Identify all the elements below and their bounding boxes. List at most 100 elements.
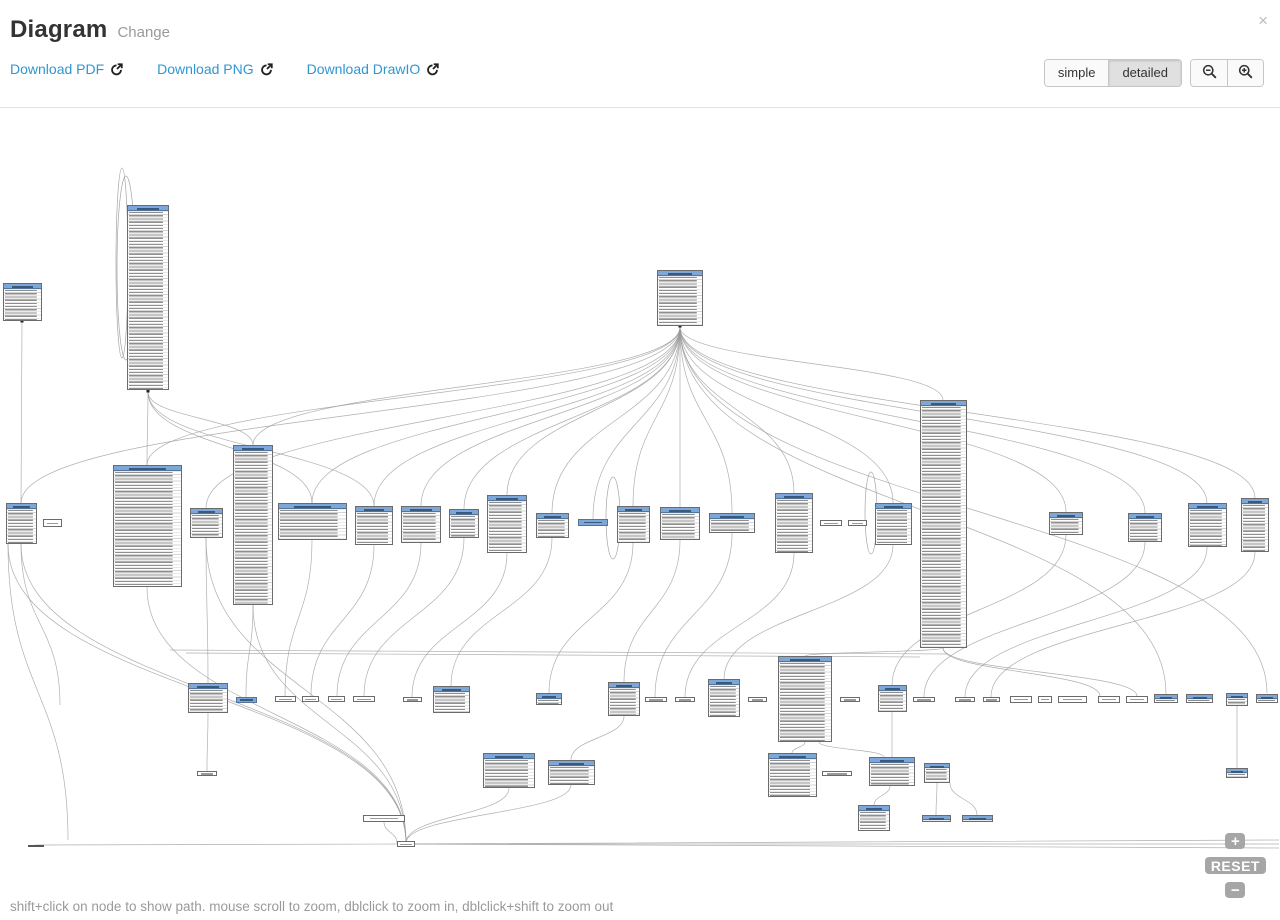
detailed-view-button[interactable]: detailed — [1108, 60, 1181, 86]
diagram-node[interactable] — [1128, 513, 1162, 542]
node-header — [710, 514, 754, 519]
node-header — [549, 761, 594, 766]
diagram-node[interactable] — [660, 507, 700, 540]
diagram-node[interactable] — [449, 509, 479, 538]
node-header — [128, 206, 168, 211]
node-rows — [1227, 698, 1247, 705]
diagram-node[interactable] — [1226, 693, 1248, 706]
diagram-node[interactable] — [353, 696, 375, 702]
node-header — [1187, 695, 1212, 699]
diagram-node[interactable] — [922, 815, 951, 822]
diagram-node[interactable] — [233, 445, 273, 605]
node-rows — [870, 763, 914, 785]
zoom-in-button[interactable] — [1227, 60, 1263, 86]
diagram-node[interactable] — [913, 697, 935, 702]
node-rows — [879, 691, 906, 711]
change-link[interactable]: Change — [117, 24, 170, 41]
diagram-node[interactable] — [875, 503, 912, 545]
diagram-node[interactable] — [188, 683, 228, 713]
diagram-node[interactable] — [363, 815, 405, 822]
diagram-node[interactable] — [878, 685, 907, 712]
diagram-node[interactable] — [190, 508, 223, 538]
diagram-node[interactable] — [1154, 694, 1178, 703]
overlay-reset-button[interactable]: RESET — [1205, 857, 1266, 874]
diagram-node[interactable] — [6, 503, 37, 544]
diagram-node[interactable] — [645, 697, 667, 702]
diagram-node[interactable] — [3, 283, 42, 321]
diagram-node[interactable] — [983, 697, 1000, 702]
diagram-node[interactable] — [1010, 696, 1032, 703]
diagram-node[interactable] — [924, 763, 950, 783]
diagram-node[interactable] — [708, 679, 740, 717]
diagram-node[interactable] — [1058, 696, 1087, 703]
node-header — [537, 514, 568, 519]
diagram-node[interactable] — [955, 697, 975, 702]
diagram-node[interactable] — [1241, 498, 1269, 552]
diagram-node[interactable] — [28, 845, 44, 847]
diagram-node[interactable] — [1186, 694, 1213, 703]
diagram-node[interactable] — [536, 693, 562, 705]
overlay-zoom-out-button[interactable]: − — [1225, 882, 1245, 898]
diagram-node[interactable] — [548, 760, 595, 785]
node-header — [537, 694, 561, 699]
diagram-node[interactable] — [536, 513, 569, 538]
diagram-node[interactable] — [608, 682, 640, 716]
diagram-node[interactable] — [869, 757, 915, 786]
diagram-node[interactable] — [778, 656, 832, 742]
diagram-node[interactable] — [675, 697, 695, 702]
diagram-node[interactable] — [858, 805, 890, 831]
diagram-node[interactable] — [127, 205, 169, 390]
diagram-node[interactable] — [709, 513, 755, 533]
diagram-node[interactable] — [768, 753, 817, 797]
diagram-node[interactable] — [236, 697, 257, 703]
diagram-node[interactable] — [840, 697, 860, 702]
diagram-node[interactable] — [113, 465, 182, 587]
diagram-node[interactable] — [617, 506, 650, 543]
diagram-node[interactable] — [920, 400, 967, 648]
diagram-canvas[interactable] — [0, 0, 1280, 920]
download-drawio-link[interactable]: Download DrawIO — [307, 61, 440, 77]
diagram-node[interactable] — [822, 771, 852, 776]
download-png-link[interactable]: Download PNG — [157, 61, 273, 77]
diagram-node[interactable] — [1126, 696, 1148, 703]
node-rows — [356, 512, 392, 544]
diagram-node[interactable] — [1098, 696, 1120, 703]
diagram-node[interactable] — [848, 520, 867, 526]
simple-view-button[interactable]: simple — [1045, 60, 1109, 86]
node-rows — [776, 499, 812, 552]
overlay-zoom-in-button[interactable]: + — [1225, 833, 1245, 849]
external-link-icon — [260, 63, 273, 76]
zoom-out-button[interactable] — [1191, 60, 1227, 86]
diagram-node[interactable] — [43, 519, 62, 527]
close-icon[interactable]: × — [1258, 12, 1268, 29]
diagram-node[interactable] — [962, 815, 993, 822]
diagram-node[interactable] — [657, 270, 703, 326]
diagram-node[interactable] — [275, 696, 296, 702]
node-header — [923, 816, 950, 820]
node-header — [189, 684, 227, 689]
diagram-node[interactable] — [433, 686, 470, 713]
diagram-node[interactable] — [397, 841, 415, 847]
diagram-node[interactable] — [403, 697, 422, 702]
diagram-node[interactable] — [197, 771, 217, 776]
diagram-viewer-page: Diagram Change × Download PDF Download P… — [0, 0, 1280, 920]
diagram-node[interactable] — [278, 503, 347, 540]
diagram-node[interactable] — [748, 697, 767, 702]
diagram-node[interactable] — [1049, 512, 1083, 535]
diagram-node[interactable] — [483, 753, 535, 788]
diagram-node[interactable] — [1256, 694, 1278, 703]
diagram-node[interactable] — [775, 493, 813, 553]
diagram-node[interactable] — [487, 495, 527, 553]
diagram-node[interactable] — [578, 519, 608, 526]
diagram-node[interactable] — [302, 696, 319, 702]
diagram-node[interactable] — [1188, 503, 1227, 547]
diagram-node[interactable] — [1226, 768, 1248, 778]
diagram-node[interactable] — [1038, 696, 1052, 703]
diagram-node[interactable] — [355, 506, 393, 545]
node-header — [779, 657, 831, 662]
diagram-node[interactable] — [820, 520, 842, 526]
diagram-node[interactable] — [328, 696, 345, 702]
download-pdf-link[interactable]: Download PDF — [10, 61, 123, 77]
diagram-node[interactable] — [401, 506, 441, 543]
download-pdf-label: Download PDF — [10, 61, 104, 77]
